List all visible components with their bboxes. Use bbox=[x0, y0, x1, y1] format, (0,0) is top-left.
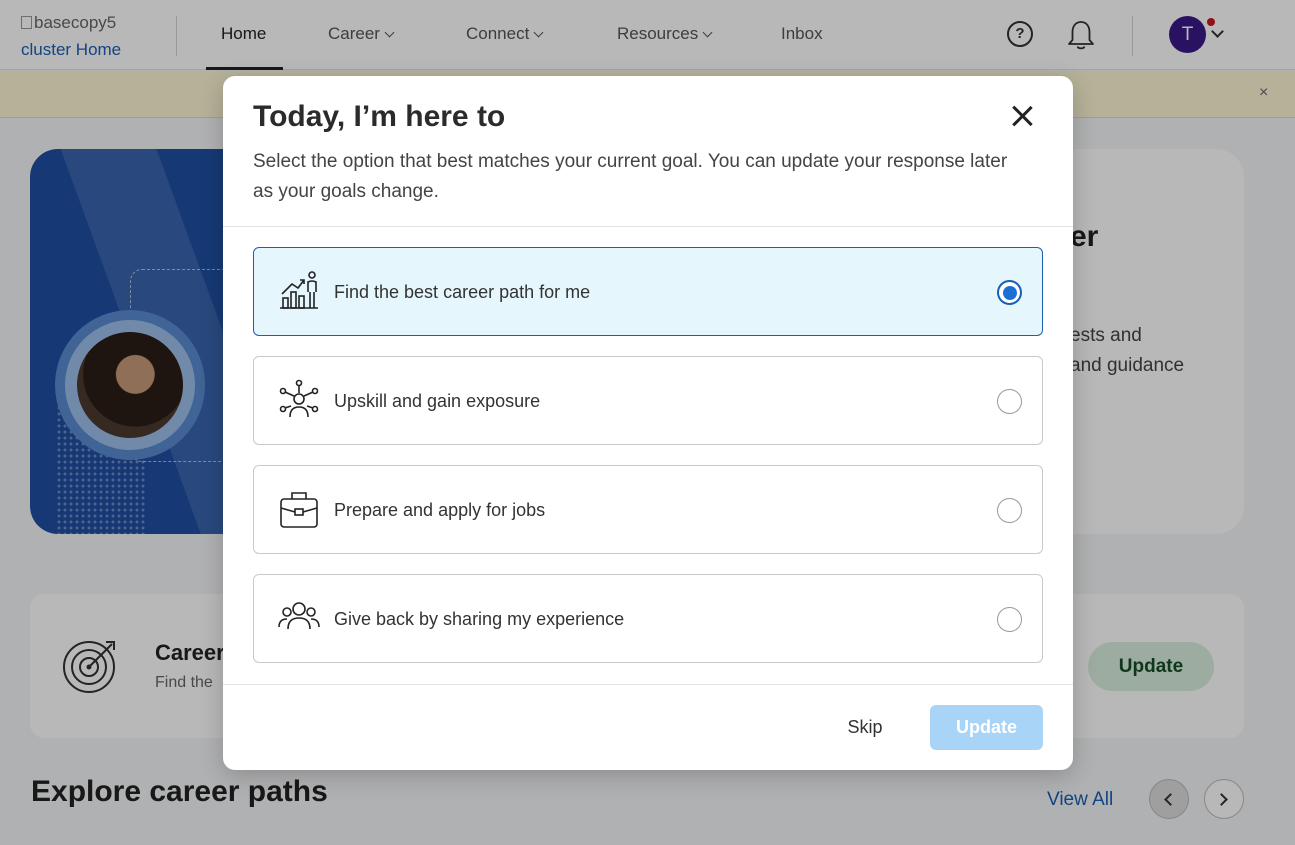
modal-divider bbox=[223, 684, 1073, 685]
modal-title: Today, I’m here to bbox=[253, 100, 506, 133]
option-upskill[interactable]: Upskill and gain exposure bbox=[253, 356, 1043, 445]
option-career-path[interactable]: Find the best career path for me bbox=[253, 247, 1043, 336]
update-button[interactable]: Update bbox=[930, 705, 1043, 750]
career-growth-icon bbox=[280, 271, 318, 309]
option-give-back[interactable]: Give back by sharing my experience bbox=[253, 574, 1043, 663]
goal-modal: Today, I’m here to Select the option tha… bbox=[223, 76, 1073, 770]
modal-subtitle: Select the option that best matches your… bbox=[253, 151, 1008, 202]
skip-button[interactable]: Skip bbox=[835, 705, 895, 749]
option-radio[interactable] bbox=[997, 280, 1022, 305]
option-radio[interactable] bbox=[997, 498, 1022, 523]
option-prepare-jobs[interactable]: Prepare and apply for jobs bbox=[253, 465, 1043, 554]
option-label: Find the best career path for me bbox=[334, 282, 591, 302]
community-icon bbox=[278, 602, 320, 630]
option-label: Prepare and apply for jobs bbox=[334, 500, 546, 520]
option-label: Give back by sharing my experience bbox=[334, 609, 625, 629]
network-icon bbox=[279, 379, 319, 418]
option-radio[interactable] bbox=[997, 389, 1022, 414]
option-radio[interactable] bbox=[997, 607, 1022, 632]
briefcase-icon bbox=[280, 492, 318, 528]
modal-divider bbox=[223, 226, 1073, 227]
close-icon[interactable] bbox=[1009, 103, 1035, 129]
option-label: Upskill and gain exposure bbox=[334, 391, 541, 411]
